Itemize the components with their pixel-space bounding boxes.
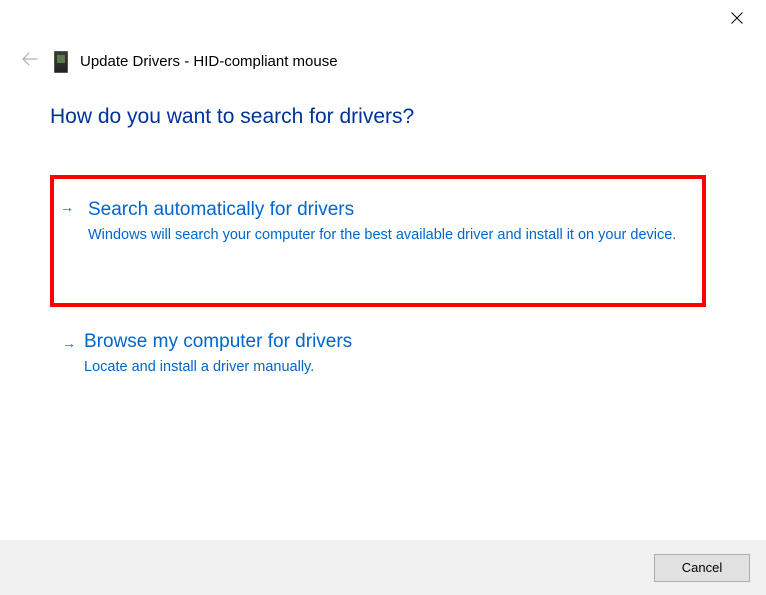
content-area: How do you want to search for drivers? →… <box>50 105 706 379</box>
window-title: Update Drivers - HID-compliant mouse <box>80 53 338 70</box>
back-button[interactable] <box>18 50 42 73</box>
arrow-right-icon: → <box>62 335 76 351</box>
close-button[interactable] <box>722 3 752 33</box>
option-search-automatically[interactable]: → Search automatically for drivers Windo… <box>50 175 706 307</box>
cancel-button[interactable]: Cancel <box>654 554 750 582</box>
close-icon <box>731 12 743 24</box>
titlebar <box>0 0 766 36</box>
device-icon <box>54 51 68 73</box>
arrow-right-icon: → <box>60 199 74 215</box>
option-description: Locate and install a driver manually. <box>84 357 682 379</box>
back-arrow-icon <box>22 52 38 66</box>
option-description: Windows will search your computer for th… <box>88 225 678 247</box>
page-heading: How do you want to search for drivers? <box>50 105 706 129</box>
option-browse-computer[interactable]: → Browse my computer for drivers Locate … <box>50 331 706 379</box>
option-title: Browse my computer for drivers <box>84 331 682 353</box>
option-title: Search automatically for drivers <box>88 199 678 221</box>
footer-bar: Cancel <box>0 540 766 595</box>
header-row: Update Drivers - HID-compliant mouse <box>18 50 338 73</box>
